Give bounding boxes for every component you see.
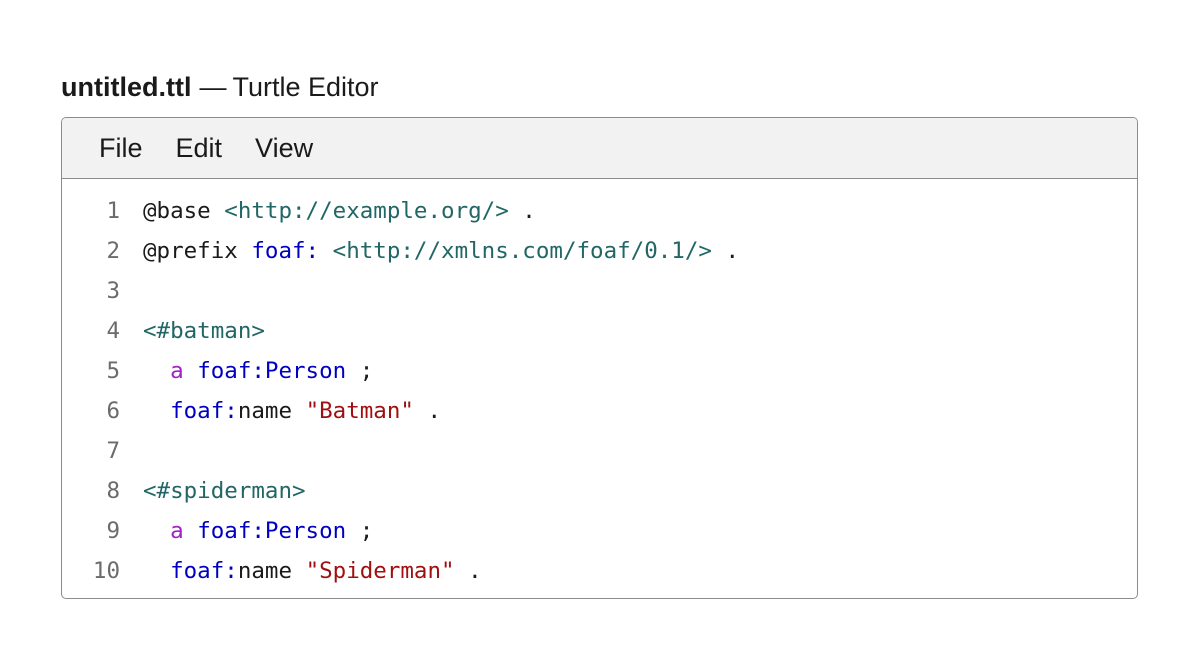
token-plain: name [237, 398, 293, 424]
token-directive: @prefix [143, 238, 238, 264]
line-number: 8 [106, 478, 120, 504]
line-number: 1 [106, 198, 120, 224]
token-keyword: a [170, 518, 184, 544]
token-punct: ; [346, 358, 374, 384]
code-line[interactable]: 6 foaf:name "Batman" . [62, 391, 1137, 431]
token-punct: . [454, 558, 482, 584]
token-punct: ; [346, 518, 374, 544]
line-number: 2 [106, 238, 120, 264]
menu-file[interactable]: File [99, 133, 143, 164]
code-line[interactable]: 1 @base <http://example.org/> . [62, 191, 1137, 231]
line-content: <#spiderman> [120, 471, 306, 511]
code-line[interactable]: 5 a foaf:Person ; [62, 351, 1137, 391]
token-prefix: foaf: [170, 398, 238, 424]
line-number: 7 [106, 438, 120, 464]
line-content: a foaf:Person ; [120, 351, 373, 391]
token-prefix: Person [264, 518, 347, 544]
token-prefix: foaf: [170, 558, 238, 584]
window-title: untitled.ttl — Turtle Editor [61, 70, 379, 104]
code-line[interactable]: 4 <#batman> [62, 311, 1137, 351]
token-directive: @base [143, 198, 211, 224]
title-separator: — [199, 72, 227, 102]
token-prefix: foaf: [197, 518, 265, 544]
code-editor[interactable]: 1 @base <http://example.org/> . 2 @prefix f… [62, 179, 1137, 591]
token-prefix: foaf: [251, 238, 320, 264]
token-iri: <#batman> [143, 318, 265, 344]
token-string: "Batman" [305, 398, 414, 424]
editor-window: File Edit View 1 @base <http://example.or… [61, 117, 1138, 599]
app-name: Turtle Editor [232, 72, 379, 102]
token-prefix: foaf: [197, 358, 265, 384]
code-line[interactable]: 2 @prefix foaf: <http://xmlns.com/foaf/0.… [62, 231, 1137, 271]
line-content: foaf:name "Spiderman" . [120, 551, 482, 591]
line-content: <#batman> [120, 311, 265, 351]
line-content [120, 431, 143, 471]
line-number: 5 [106, 358, 120, 384]
token-punct: . [508, 198, 536, 224]
menubar: File Edit View [62, 118, 1137, 179]
code-line[interactable]: 3 [62, 271, 1137, 311]
line-content: @prefix foaf: <http://xmlns.com/foaf/0.1… [120, 231, 739, 271]
token-plain: name [237, 558, 293, 584]
line-content: a foaf:Person ; [120, 511, 373, 551]
token-iri: <http://example.org/> [224, 198, 509, 224]
code-line[interactable]: 9 a foaf:Person ; [62, 511, 1137, 551]
line-number: 9 [106, 518, 120, 544]
menu-view[interactable]: View [255, 133, 313, 164]
filename: untitled.ttl [61, 72, 192, 102]
token-iri: <http://xmlns.com/foaf/0.1/> [332, 238, 712, 264]
menu-edit[interactable]: Edit [176, 133, 223, 164]
token-iri: <#spiderman> [143, 478, 306, 504]
code-line[interactable]: 7 [62, 431, 1137, 471]
line-number: 6 [106, 398, 120, 424]
token-keyword: a [170, 358, 184, 384]
line-number: 3 [106, 278, 120, 304]
line-content: @base <http://example.org/> . [120, 191, 536, 231]
line-content [120, 271, 143, 311]
line-number: 10 [92, 558, 120, 584]
token-prefix: Person [264, 358, 347, 384]
token-punct: . [413, 398, 442, 424]
line-number: 4 [106, 318, 120, 344]
token-punct: . [711, 238, 740, 264]
token-string: "Spiderman" [305, 558, 455, 584]
code-line[interactable]: 10 foaf:name "Spiderman" . [62, 551, 1137, 591]
line-content: foaf:name "Batman" . [120, 391, 441, 431]
code-line[interactable]: 8 <#spiderman> [62, 471, 1137, 511]
